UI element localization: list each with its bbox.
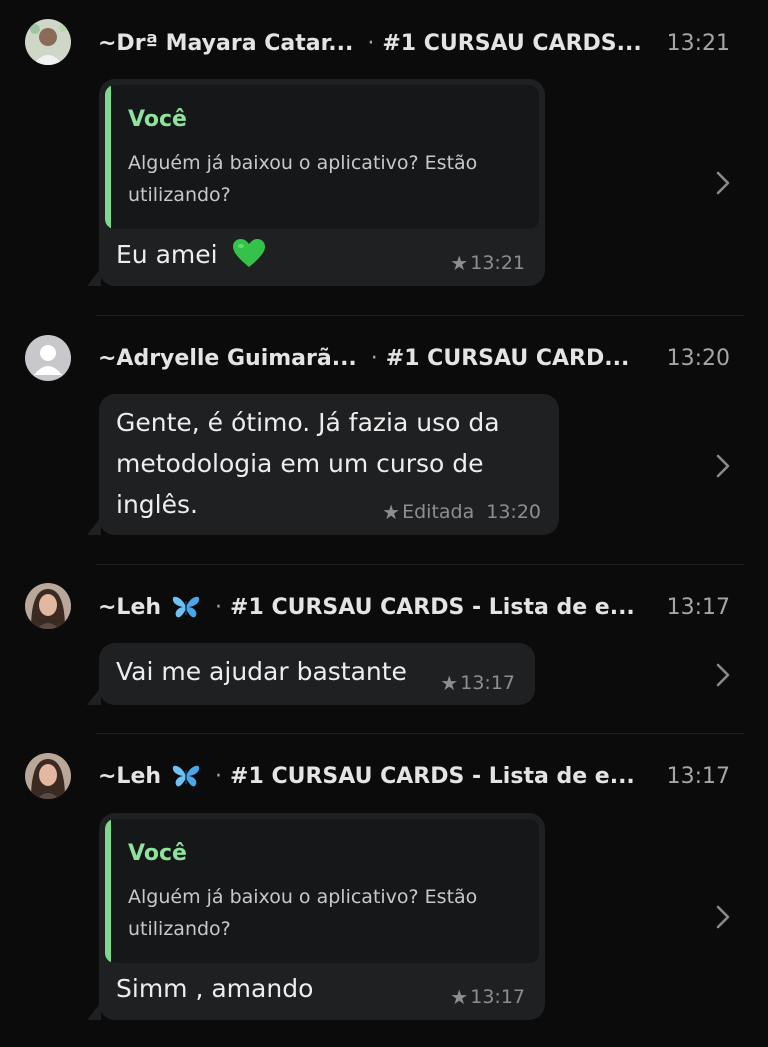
starred-message-3[interactable]: ~Leh · #1 CURSAU CARDS - Lista de e... 1… — [0, 565, 768, 733]
separator-dot: · — [215, 594, 223, 620]
bubble-tail — [87, 1002, 101, 1020]
message-bubble[interactable]: Gente, é ótimo. Já fazia uso da metodolo… — [87, 394, 559, 535]
message-bubble[interactable]: Você Alguém já baixou o aplicativo? Estã… — [87, 813, 545, 1020]
separator-dot: · — [370, 345, 378, 371]
butterfly-icon — [171, 763, 201, 789]
message-meta: ★ 13:21 — [450, 251, 525, 275]
message-time: 13:17 — [666, 594, 730, 620]
chevron-right-icon[interactable] — [714, 904, 732, 930]
avatar[interactable] — [25, 753, 71, 799]
quoted-message[interactable]: Você Alguém já baixou o aplicativo? Estã… — [105, 819, 539, 963]
message-text: Vai me ajudar bastante — [116, 657, 407, 686]
quote-text: Alguém já baixou o aplicativo? Estão uti… — [128, 152, 478, 206]
message-line: metodologia em um curso de — [116, 449, 484, 478]
starred-message-4[interactable]: ~Leh · #1 CURSAU CARDS - Lista de e... 1… — [0, 734, 768, 1047]
star-icon: ★ — [450, 985, 469, 1009]
message-text-content: Eu amei — [116, 240, 218, 269]
starred-message-1[interactable]: ~Drª Mayara Catar... · #1 CURSAU CARDS..… — [0, 0, 768, 315]
group-name: #1 CURSAU CARDS - Lista de e... — [230, 594, 635, 620]
quote-bar — [105, 85, 111, 229]
separator-dot: · — [367, 30, 375, 56]
separator-dot: · — [215, 763, 223, 789]
sender-name: ~Leh — [98, 763, 162, 789]
group-name: #1 CURSAU CARDS... — [382, 30, 642, 56]
avatar[interactable] — [25, 583, 71, 629]
group-name: #1 CURSAU CARDS - Lista de e... — [230, 763, 635, 789]
message-time: 13:17 — [666, 763, 730, 789]
status-time: 13:17 — [470, 986, 525, 1008]
sender-name: ~Adryelle Guimarã... — [98, 345, 357, 371]
quote-author: Você — [128, 107, 187, 132]
message-bubble[interactable]: Vai me ajudar bastante ★ 13:17 — [87, 643, 535, 705]
bubble-tail — [87, 268, 101, 286]
sender-name: ~Drª Mayara Catar... — [98, 30, 354, 56]
quote-bar — [105, 819, 111, 963]
edited-label: Editada — [402, 501, 475, 523]
message-meta: ★ 13:17 — [450, 985, 525, 1009]
message-time: 13:20 — [666, 345, 730, 371]
avatar[interactable] — [25, 19, 71, 65]
status-time: 13:17 — [460, 672, 515, 694]
quoted-message[interactable]: Você Alguém já baixou o aplicativo? Estã… — [105, 85, 539, 229]
star-icon: ★ — [450, 251, 469, 275]
status-time: 13:20 — [486, 501, 541, 523]
message-bubble[interactable]: Você Alguém já baixou o aplicativo? Estã… — [87, 79, 545, 286]
star-icon: ★ — [440, 671, 459, 695]
star-icon: ★ — [382, 500, 401, 524]
avatar[interactable] — [25, 335, 71, 381]
message-meta: ★ Editada 13:20 — [382, 500, 541, 524]
status-time: 13:21 — [470, 252, 525, 274]
bubble-tail — [87, 517, 101, 535]
message-meta: ★ 13:17 — [440, 671, 515, 695]
bubble-tail — [87, 687, 101, 705]
chevron-right-icon[interactable] — [714, 170, 732, 196]
message-text: Eu amei — [116, 234, 266, 280]
chevron-right-icon[interactable] — [714, 453, 732, 479]
quote-text: Alguém já baixou o aplicativo? Estão uti… — [128, 886, 478, 940]
chevron-right-icon[interactable] — [714, 662, 732, 688]
message-text: Simm , amando — [116, 974, 314, 1003]
green-heart-icon — [232, 238, 266, 280]
starred-message-2[interactable]: ~Adryelle Guimarã... · #1 CURSAU CARD...… — [0, 316, 768, 564]
group-name: #1 CURSAU CARD... — [385, 345, 630, 371]
quote-author: Você — [128, 841, 187, 866]
sender-name: ~Leh — [98, 594, 162, 620]
message-time: 13:21 — [666, 30, 730, 56]
butterfly-icon — [171, 594, 201, 620]
message-line: Gente, é ótimo. Já fazia uso da — [116, 408, 500, 437]
